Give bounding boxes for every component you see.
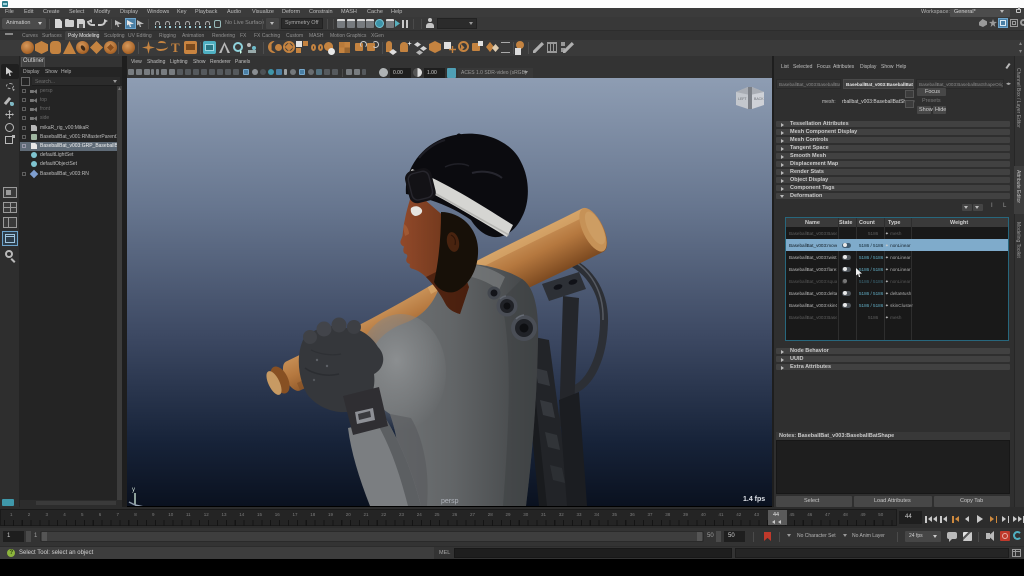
svg-text:1.4 fps: 1.4 fps (743, 496, 765, 503)
svg-text:y: y (132, 487, 135, 493)
svg-text:BACK: BACK (754, 97, 764, 101)
svg-text:LEFT: LEFT (738, 97, 747, 101)
svg-text:persp: persp (441, 498, 459, 505)
